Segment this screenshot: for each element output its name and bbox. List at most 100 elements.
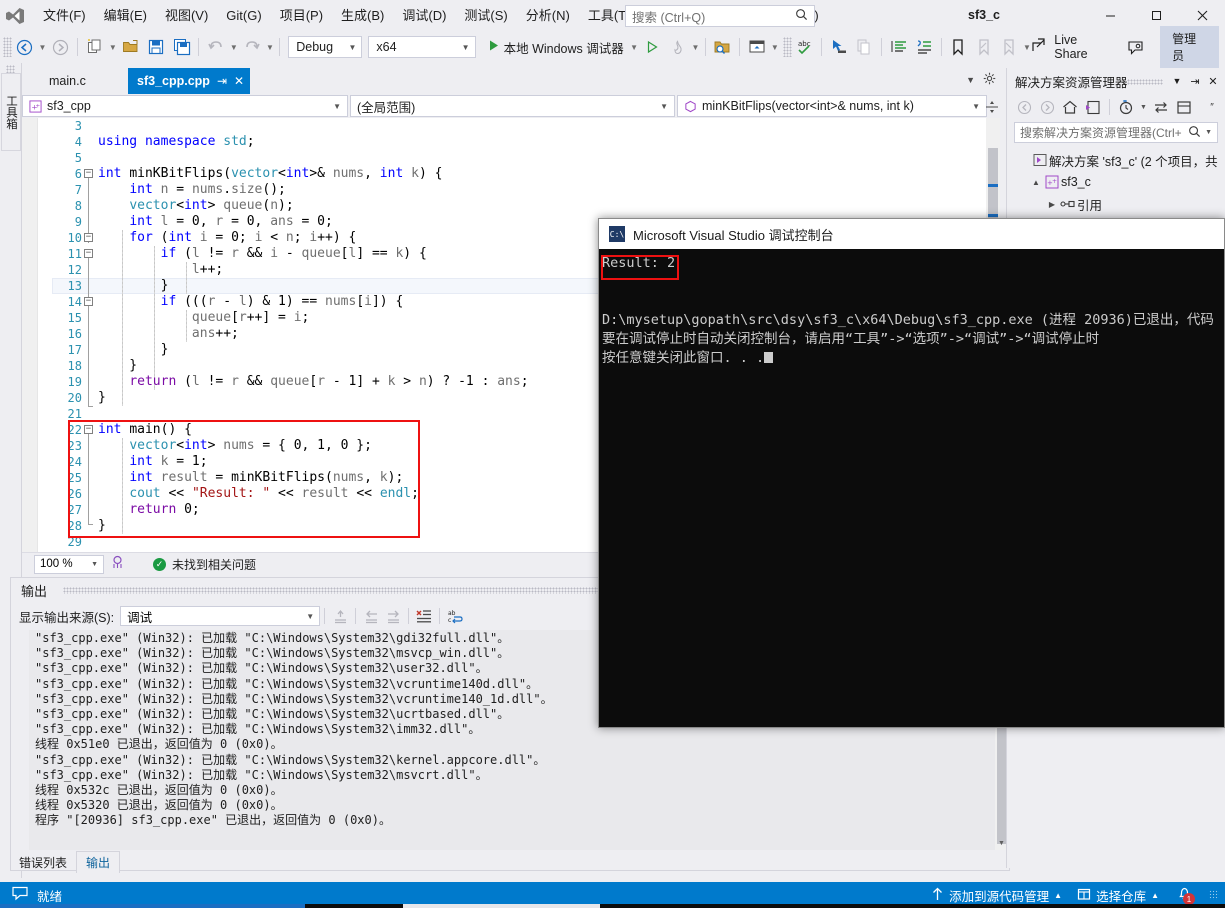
chevron-down-icon[interactable]: ▼ xyxy=(1205,129,1212,136)
go-to-message-icon[interactable] xyxy=(329,605,351,627)
find-in-files-icon[interactable] xyxy=(711,35,734,59)
next-bookmark-icon[interactable] xyxy=(997,35,1020,59)
menu-item-analyze[interactable]: 分析(N) xyxy=(517,3,579,29)
tree-node-project-sf3-c[interactable]: ▲ + + sf3_c xyxy=(1007,171,1225,193)
clear-all-icon[interactable] xyxy=(413,605,435,627)
toolbar-grip-2[interactable] xyxy=(783,37,792,57)
menu-item-file[interactable]: 文件(F) xyxy=(34,3,95,29)
go-to-next-icon[interactable] xyxy=(382,605,404,627)
toolbox-tab[interactable]: 工具箱 xyxy=(1,73,21,151)
go-to-definition-icon[interactable] xyxy=(827,35,850,59)
close-icon[interactable]: ✕ xyxy=(234,74,244,88)
twisty[interactable]: ▶ xyxy=(1045,200,1059,209)
window-layout-icon[interactable] xyxy=(745,35,768,59)
toolbar-grip[interactable] xyxy=(3,37,12,57)
intellisense-icon[interactable] xyxy=(110,555,125,573)
menu-item-test[interactable]: 测试(S) xyxy=(455,3,516,29)
navigate-back-dropdown-icon[interactable]: ▼ xyxy=(37,35,48,59)
fold-toggle-line-22[interactable]: − xyxy=(84,425,93,434)
code-folding-margin[interactable]: − − − − − xyxy=(84,118,98,552)
home-icon[interactable] xyxy=(1059,96,1081,118)
start-debugging-dropdown-icon[interactable]: ▼ xyxy=(629,35,640,59)
search-input[interactable]: 搜索 (Ctrl+Q) xyxy=(625,5,815,27)
tree-node-solution[interactable]: 解决方案 'sf3_c' (2 个项目，共 xyxy=(1007,149,1225,171)
live-share-button[interactable]: Live Share xyxy=(1032,33,1112,61)
fold-toggle-line-10[interactable]: − xyxy=(84,233,93,242)
gear-icon[interactable] xyxy=(983,72,996,88)
split-view-icon[interactable] xyxy=(984,98,1000,116)
tree-node-references[interactable]: ▶ 引用 xyxy=(1007,193,1225,215)
save-icon[interactable] xyxy=(145,35,168,59)
bookmark-icon[interactable] xyxy=(947,35,970,59)
chevron-down-icon[interactable]: ▼ xyxy=(1138,96,1149,118)
comment-icon[interactable] xyxy=(887,35,910,59)
pin-icon[interactable]: ⇥ xyxy=(1187,72,1203,90)
solution-explorer-grip[interactable] xyxy=(1127,79,1163,85)
solution-platform-select[interactable]: x64 ▼ xyxy=(368,36,476,58)
pending-changes-icon[interactable] xyxy=(1115,96,1137,118)
uncomment-icon[interactable] xyxy=(912,35,935,59)
spellcheck-icon[interactable]: abc xyxy=(793,35,816,59)
send-feedback-icon[interactable] xyxy=(1124,35,1147,59)
sync-with-active-document-icon[interactable] xyxy=(1082,96,1104,118)
project-select[interactable]: + + sf3_cpp ▼ xyxy=(22,95,348,117)
navigate-back-icon[interactable] xyxy=(13,35,36,59)
tab-output[interactable]: 输出 xyxy=(76,851,121,873)
fold-toggle-line-11[interactable]: − xyxy=(84,249,93,258)
redo-dropdown-icon[interactable]: ▼ xyxy=(265,35,276,59)
zoom-level-select[interactable]: 100 % ▼ xyxy=(34,554,104,574)
previous-bookmark-icon[interactable] xyxy=(972,35,995,59)
forward-icon[interactable] xyxy=(1036,96,1058,118)
copy-icon[interactable] xyxy=(853,35,876,59)
tab-main-c[interactable]: main.c xyxy=(40,68,95,94)
chevron-down-icon[interactable]: ▼ xyxy=(1169,72,1185,90)
back-icon[interactable] xyxy=(1013,96,1035,118)
scope-select[interactable]: (全局范围) ▼ xyxy=(350,95,675,117)
twisty[interactable]: ▲ xyxy=(1029,178,1043,187)
undo-icon[interactable] xyxy=(204,35,227,59)
debug-console-window[interactable]: C:\ Microsoft Visual Studio 调试控制台 Result… xyxy=(598,218,1225,728)
editor-indicator-margin[interactable] xyxy=(22,118,38,552)
left-rail-grip[interactable] xyxy=(6,65,15,73)
close-icon[interactable]: ✕ xyxy=(1205,72,1221,90)
hot-reload-icon[interactable] xyxy=(666,35,689,59)
add-to-source-control-button[interactable]: 添加到源代码管理 ▲ xyxy=(931,886,1062,905)
toggle-word-wrap-icon[interactable]: ab c xyxy=(444,605,466,627)
resize-grip[interactable] xyxy=(1209,890,1219,900)
member-select[interactable]: minKBitFlips(vector<int>& nums, int k) ▼ xyxy=(677,95,987,117)
redo-icon[interactable] xyxy=(240,35,263,59)
play-icon-secondary[interactable] xyxy=(640,35,663,59)
open-file-icon[interactable] xyxy=(119,35,142,59)
menu-item-view[interactable]: 视图(V) xyxy=(156,3,217,29)
notifications-button[interactable]: 1 xyxy=(1174,886,1195,905)
menu-item-edit[interactable]: 编辑(E) xyxy=(95,3,156,29)
new-item-icon[interactable] xyxy=(83,35,106,59)
solution-explorer-search-input[interactable]: 搜索解决方案资源管理器(Ctrl+ ▼ xyxy=(1014,122,1218,143)
navigate-forward-icon[interactable] xyxy=(49,35,72,59)
menu-item-git[interactable]: Git(G) xyxy=(217,3,270,29)
new-item-dropdown-icon[interactable]: ▼ xyxy=(107,35,118,59)
refresh-icon[interactable] xyxy=(1150,96,1172,118)
fold-toggle-line-14[interactable]: − xyxy=(84,297,93,306)
minimize-button[interactable] xyxy=(1087,0,1133,31)
menu-item-project[interactable]: 项目(P) xyxy=(271,3,332,29)
output-scrollbar-thumb[interactable] xyxy=(997,718,1006,844)
tab-sf3-cpp[interactable]: sf3_cpp.cpp ⇥ ✕ xyxy=(128,68,251,94)
window-layout-dropdown-icon[interactable]: ▼ xyxy=(769,35,780,59)
editor-glyph-margin[interactable] xyxy=(38,118,52,552)
overflow-icon[interactable]: ″ xyxy=(1201,96,1223,118)
menu-item-build[interactable]: 生成(B) xyxy=(332,3,393,29)
select-repository-button[interactable]: 选择仓库 ▲ xyxy=(1077,886,1159,905)
save-all-icon[interactable] xyxy=(170,35,193,59)
go-to-previous-icon[interactable] xyxy=(360,605,382,627)
output-source-select[interactable]: 调试 ▼ xyxy=(120,606,321,626)
hot-reload-dropdown-icon[interactable]: ▼ xyxy=(690,35,701,59)
collapse-all-icon[interactable] xyxy=(1173,96,1195,118)
solution-configuration-select[interactable]: Debug ▼ xyxy=(288,36,363,58)
bookmark-overflow-icon[interactable]: ▼ xyxy=(1022,35,1033,59)
start-debugging-button[interactable]: 本地 Windows 调试器 xyxy=(484,35,629,59)
console-output[interactable]: Result: 2 D:\mysetup\gopath\src\dsy\sf3_… xyxy=(599,249,1224,727)
chevron-down-icon[interactable]: ▼ xyxy=(966,75,975,85)
menu-item-debug[interactable]: 调试(D) xyxy=(393,3,455,29)
tab-error-list[interactable]: 错误列表 xyxy=(10,851,76,873)
